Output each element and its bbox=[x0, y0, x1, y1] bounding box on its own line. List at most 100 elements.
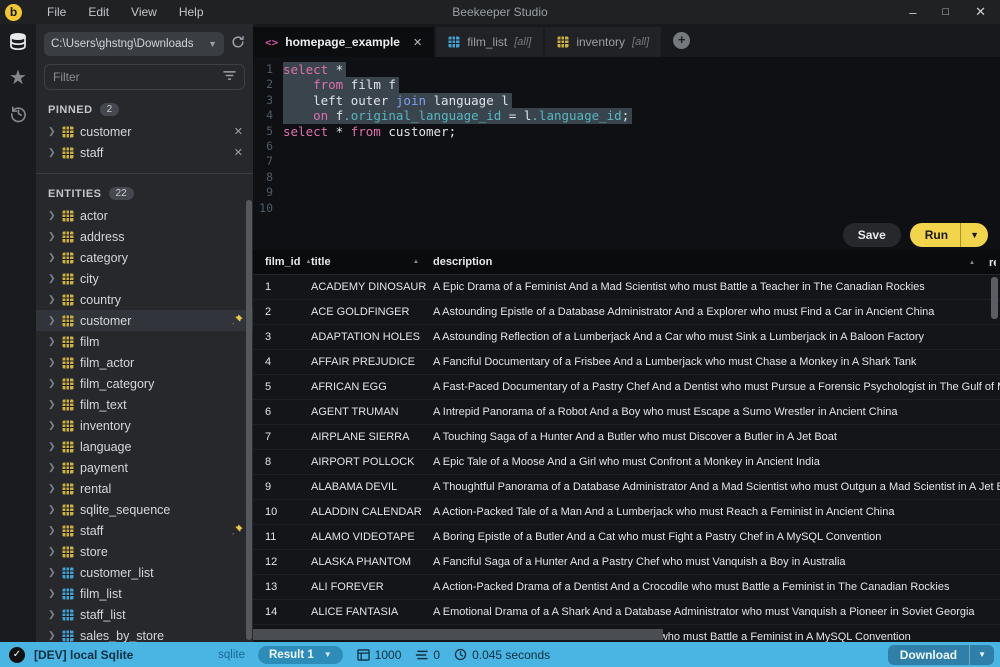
chevron-right-icon[interactable]: ❯ bbox=[48, 210, 56, 221]
entity-item-staff[interactable]: ❯staff bbox=[36, 520, 253, 541]
pin-icon-wrap[interactable] bbox=[232, 522, 243, 540]
table-row[interactable]: 14ALICE FANTASIAA Emotional Drama of a A… bbox=[253, 600, 1000, 625]
chevron-right-icon[interactable]: ❯ bbox=[48, 420, 56, 431]
entity-item-film_list[interactable]: ❯film_list bbox=[36, 583, 253, 604]
entity-item-film_actor[interactable]: ❯film_actor bbox=[36, 352, 253, 373]
tab-homepage_example[interactable]: <>homepage_example✕ bbox=[253, 27, 434, 57]
table-row[interactable]: 11ALAMO VIDEOTAPEA Boring Epistle of a B… bbox=[253, 525, 1000, 550]
table-row[interactable]: 13ALI FOREVERA Action-Packed Drama of a … bbox=[253, 575, 1000, 600]
chevron-right-icon[interactable]: ❯ bbox=[48, 546, 56, 557]
refresh-icon[interactable] bbox=[231, 35, 245, 54]
maximize-icon[interactable]: □ bbox=[942, 6, 949, 18]
pin-icon-wrap[interactable] bbox=[232, 312, 243, 330]
entity-item-store[interactable]: ❯store bbox=[36, 541, 253, 562]
chevron-right-icon[interactable]: ❯ bbox=[48, 315, 56, 326]
entity-item-actor[interactable]: ❯actor bbox=[36, 205, 253, 226]
entity-item-category[interactable]: ❯category bbox=[36, 247, 253, 268]
chevron-right-icon[interactable]: ❯ bbox=[48, 273, 56, 284]
favorites-star-icon[interactable]: ★ bbox=[9, 68, 27, 88]
entity-item-customer_list[interactable]: ❯customer_list bbox=[36, 562, 253, 583]
run-button[interactable]: Run bbox=[910, 223, 960, 247]
table-row[interactable]: 3ADAPTATION HOLESA Astounding Reflection… bbox=[253, 325, 1000, 350]
download-button[interactable]: Download bbox=[888, 645, 969, 665]
table-row[interactable]: 9ALABAMA DEVILA Thoughtful Panorama of a… bbox=[253, 475, 1000, 500]
chevron-right-icon[interactable]: ❯ bbox=[48, 252, 56, 263]
table-row[interactable]: 10ALADDIN CALENDARA Action-Packed Tale o… bbox=[253, 500, 1000, 525]
entity-item-film_text[interactable]: ❯film_text bbox=[36, 394, 253, 415]
chevron-right-icon[interactable]: ❯ bbox=[48, 630, 56, 641]
chevron-right-icon[interactable]: ❯ bbox=[48, 147, 56, 158]
chevron-right-icon[interactable]: ❯ bbox=[48, 567, 56, 578]
save-button[interactable]: Save bbox=[843, 223, 901, 247]
entities-section-header[interactable]: ENTITIES 22 bbox=[36, 174, 253, 205]
table-row[interactable]: 8AIRPORT POLLOCKA Epic Tale of a Moose A… bbox=[253, 450, 1000, 475]
table-row[interactable]: 4AFFAIR PREJUDICEA Fanciful Documentary … bbox=[253, 350, 1000, 375]
entity-item-city[interactable]: ❯city bbox=[36, 268, 253, 289]
table-row[interactable]: 7AIRPLANE SIERRAA Touching Saga of a Hun… bbox=[253, 425, 1000, 450]
result-selector[interactable]: Result 1 ▼ bbox=[258, 646, 343, 664]
entity-item-staff_list[interactable]: ❯staff_list bbox=[36, 604, 253, 625]
table-row[interactable]: 1ACADEMY DINOSAURA Epic Drama of a Femin… bbox=[253, 275, 1000, 300]
close-tab-icon[interactable]: ✕ bbox=[413, 36, 422, 49]
chevron-right-icon[interactable]: ❯ bbox=[48, 336, 56, 347]
results-vertical-scrollbar[interactable] bbox=[991, 277, 998, 319]
menu-file[interactable]: File bbox=[36, 0, 77, 24]
table-row[interactable]: 12ALASKA PHANTOMA Fanciful Saga of a Hun… bbox=[253, 550, 1000, 575]
column-header-description[interactable]: description bbox=[433, 256, 1000, 268]
tab-inventory[interactable]: inventory[all] bbox=[545, 27, 661, 57]
menu-help[interactable]: Help bbox=[168, 0, 215, 24]
chevron-right-icon[interactable]: ❯ bbox=[48, 588, 56, 599]
chevron-right-icon[interactable]: ❯ bbox=[48, 294, 56, 305]
chevron-right-icon[interactable]: ❯ bbox=[48, 441, 56, 452]
results-horizontal-scrollbar[interactable] bbox=[253, 629, 663, 640]
run-options-caret[interactable]: ▼ bbox=[960, 223, 988, 247]
table-row[interactable]: 6AGENT TRUMANA Intrepid Panorama of a Ro… bbox=[253, 400, 1000, 425]
entity-item-address[interactable]: ❯address bbox=[36, 226, 253, 247]
unpin-icon[interactable]: ✕ bbox=[234, 125, 243, 138]
entity-item-film[interactable]: ❯film bbox=[36, 331, 253, 352]
entity-item-inventory[interactable]: ❯inventory bbox=[36, 415, 253, 436]
column-header-title[interactable]: title ▲ bbox=[311, 256, 433, 268]
column-header-film-id[interactable]: film_id ▲ bbox=[253, 256, 311, 268]
minimize-icon[interactable]: – bbox=[909, 5, 916, 20]
cell-description: A Action-Packed Tale of a Man And a Lumb… bbox=[433, 506, 1000, 518]
pin-icon[interactable] bbox=[232, 314, 243, 325]
chevron-right-icon[interactable]: ❯ bbox=[48, 462, 56, 473]
sql-editor[interactable]: 1select *2 from film f3 left outer join … bbox=[253, 57, 1000, 220]
chevron-right-icon[interactable]: ❯ bbox=[48, 357, 56, 368]
close-icon[interactable]: ✕ bbox=[975, 4, 986, 20]
sidebar-scrollbar[interactable] bbox=[246, 200, 252, 640]
entity-item-customer[interactable]: ❯customer bbox=[36, 310, 253, 331]
download-options-caret[interactable]: ▼ bbox=[969, 645, 994, 665]
entity-item-sqlite_sequence[interactable]: ❯sqlite_sequence bbox=[36, 499, 253, 520]
entity-filter[interactable]: Filter bbox=[44, 64, 245, 90]
entity-item-country[interactable]: ❯country bbox=[36, 289, 253, 310]
chevron-right-icon[interactable]: ❯ bbox=[48, 378, 56, 389]
new-tab-button[interactable]: + bbox=[673, 32, 690, 49]
pinned-item-customer[interactable]: ❯customer✕ bbox=[36, 121, 253, 142]
database-tables-icon[interactable] bbox=[8, 32, 28, 52]
entity-item-language[interactable]: ❯language bbox=[36, 436, 253, 457]
table-row[interactable]: 2ACE GOLDFINGERA Astounding Epistle of a… bbox=[253, 300, 1000, 325]
entity-item-film_category[interactable]: ❯film_category bbox=[36, 373, 253, 394]
database-file-select[interactable]: C:\Users\ghstng\Downloads ▼ bbox=[44, 32, 224, 56]
entity-item-sales_by_store[interactable]: ❯sales_by_store bbox=[36, 625, 253, 642]
chevron-right-icon[interactable]: ❯ bbox=[48, 399, 56, 410]
pin-icon[interactable] bbox=[232, 524, 243, 535]
menu-edit[interactable]: Edit bbox=[77, 0, 120, 24]
entity-item-payment[interactable]: ❯payment bbox=[36, 457, 253, 478]
chevron-right-icon[interactable]: ❯ bbox=[48, 504, 56, 515]
table-row[interactable]: 5AFRICAN EGGA Fast-Paced Documentary of … bbox=[253, 375, 1000, 400]
pinned-item-staff[interactable]: ❯staff✕ bbox=[36, 142, 253, 163]
menu-view[interactable]: View bbox=[120, 0, 168, 24]
chevron-right-icon[interactable]: ❯ bbox=[48, 609, 56, 620]
history-icon[interactable] bbox=[9, 104, 28, 123]
pinned-section-header[interactable]: PINNED 2 bbox=[36, 90, 253, 121]
tab-film_list[interactable]: film_list[all] bbox=[436, 27, 543, 57]
chevron-right-icon[interactable]: ❯ bbox=[48, 483, 56, 494]
unpin-icon[interactable]: ✕ bbox=[234, 146, 243, 159]
chevron-right-icon[interactable]: ❯ bbox=[48, 525, 56, 536]
entity-item-rental[interactable]: ❯rental bbox=[36, 478, 253, 499]
chevron-right-icon[interactable]: ❯ bbox=[48, 231, 56, 242]
chevron-right-icon[interactable]: ❯ bbox=[48, 126, 56, 137]
